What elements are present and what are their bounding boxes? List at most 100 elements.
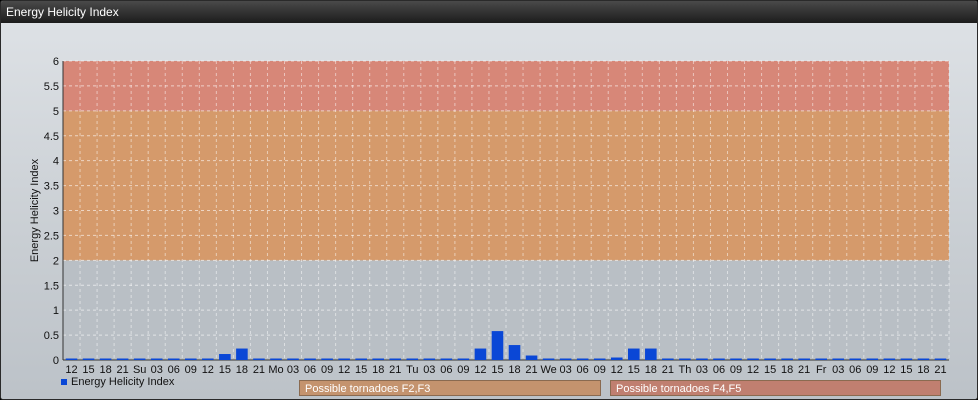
- x-tick-label: 21: [525, 364, 537, 376]
- bar: [133, 358, 146, 360]
- x-tick-label: 12: [747, 364, 759, 376]
- x-tick-label: Mo: [268, 364, 283, 376]
- x-tick-label: Th: [678, 364, 691, 376]
- bar: [576, 358, 589, 360]
- x-tick-label: 09: [185, 364, 197, 376]
- x-tick-label: 15: [355, 364, 367, 376]
- x-tick-label: 15: [82, 364, 94, 376]
- legend-label: Energy Helicity Index: [71, 376, 175, 388]
- x-tick-label: 15: [628, 364, 640, 376]
- y-tick-label: 4.5: [44, 131, 59, 143]
- bar: [849, 358, 862, 360]
- bar: [406, 358, 419, 360]
- bar: [219, 354, 231, 360]
- bar: [917, 358, 930, 360]
- x-tick-label: 18: [508, 364, 520, 376]
- x-tick-label: 18: [645, 364, 657, 376]
- x-tick-label: 21: [662, 364, 674, 376]
- y-tick-label: 1: [53, 305, 59, 317]
- x-tick-label: 18: [781, 364, 793, 376]
- bar: [798, 358, 810, 360]
- y-axis-title: Energy Helicity Index: [29, 158, 41, 262]
- x-tick-label: 06: [849, 364, 861, 376]
- bar: [355, 358, 367, 360]
- bar: [236, 348, 248, 360]
- y-tick-label: 3.5: [44, 181, 59, 193]
- x-tick-label: 03: [832, 364, 844, 376]
- bar: [645, 348, 657, 360]
- bar: [593, 358, 606, 360]
- y-tick-label: 6: [53, 56, 59, 68]
- y-tick-label: 0.5: [44, 330, 59, 342]
- bar: [167, 358, 180, 360]
- bar: [764, 358, 776, 360]
- bar: [696, 358, 708, 360]
- bar: [82, 358, 95, 360]
- bar: [542, 358, 555, 360]
- y-tick-label: 5.5: [44, 81, 59, 93]
- x-tick-label: 09: [730, 364, 742, 376]
- bar: [815, 358, 828, 360]
- band-note-f4f5: Possible tornadoes F4,F5: [610, 380, 941, 396]
- bar: [423, 358, 436, 360]
- bar: [934, 358, 947, 360]
- bar: [627, 348, 640, 360]
- y-tick-label: 4: [53, 156, 59, 168]
- x-tick-label: 03: [287, 364, 299, 376]
- x-tick-label: 18: [917, 364, 929, 376]
- x-tick-label: 03: [151, 364, 163, 376]
- y-tick-label: 0: [53, 355, 59, 367]
- x-tick-label: 21: [253, 364, 265, 376]
- x-tick-label: We: [540, 364, 556, 376]
- y-tick-label: 3: [53, 206, 59, 218]
- y-tick-label: 2: [53, 255, 59, 267]
- bar: [253, 358, 265, 360]
- x-tick-label: 06: [577, 364, 589, 376]
- bar: [662, 358, 674, 360]
- x-tick-label: Su: [133, 364, 146, 376]
- bar: [713, 358, 725, 360]
- bar: [883, 358, 896, 360]
- bar: [525, 355, 538, 360]
- bar: [372, 358, 385, 360]
- chart-panel: Energy Helicity Index 0 0.5 1 1.5 2 2.5 3 3.5 4 4…: [0, 0, 978, 400]
- bar: [338, 358, 350, 360]
- x-tick-label: 06: [713, 364, 725, 376]
- y-tick-label: 1.5: [44, 280, 59, 292]
- x-tick-label: 18: [372, 364, 384, 376]
- bar: [474, 348, 487, 360]
- x-tick-label: 21: [798, 364, 810, 376]
- x-tick-label: 09: [321, 364, 333, 376]
- y-tick-label: 2.5: [44, 230, 59, 242]
- x-tick-label: 21: [117, 364, 129, 376]
- x-tick-label: 03: [560, 364, 572, 376]
- band-note-f2f3: Possible tornadoes F2,F3: [299, 380, 601, 396]
- x-tick-label: 09: [594, 364, 606, 376]
- x-tick-label: 09: [866, 364, 878, 376]
- x-tick-label: 21: [934, 364, 946, 376]
- x-tick-label: Tu: [406, 364, 418, 376]
- bar: [679, 358, 691, 360]
- x-tick-label: 12: [65, 364, 77, 376]
- bar: [900, 358, 913, 360]
- bar: [65, 358, 78, 360]
- x-tick-label: 15: [219, 364, 231, 376]
- x-tick-label: 06: [168, 364, 180, 376]
- bar: [832, 358, 845, 360]
- bar: [389, 358, 402, 360]
- x-tick-label: 15: [491, 364, 503, 376]
- bar: [866, 358, 879, 360]
- bar: [287, 358, 299, 360]
- x-tick-label: 21: [389, 364, 401, 376]
- x-tick-label: 09: [457, 364, 469, 376]
- bar: [491, 331, 504, 360]
- legend[interactable]: Energy Helicity Index: [61, 376, 174, 388]
- x-tick-label: 18: [236, 364, 248, 376]
- bar: [270, 358, 282, 360]
- x-tick-label: 12: [883, 364, 895, 376]
- x-tick-label: 12: [338, 364, 350, 376]
- y-tick-label: 5: [53, 106, 59, 118]
- bar: [730, 358, 742, 360]
- x-tick-label: 18: [99, 364, 111, 376]
- bar: [321, 358, 333, 360]
